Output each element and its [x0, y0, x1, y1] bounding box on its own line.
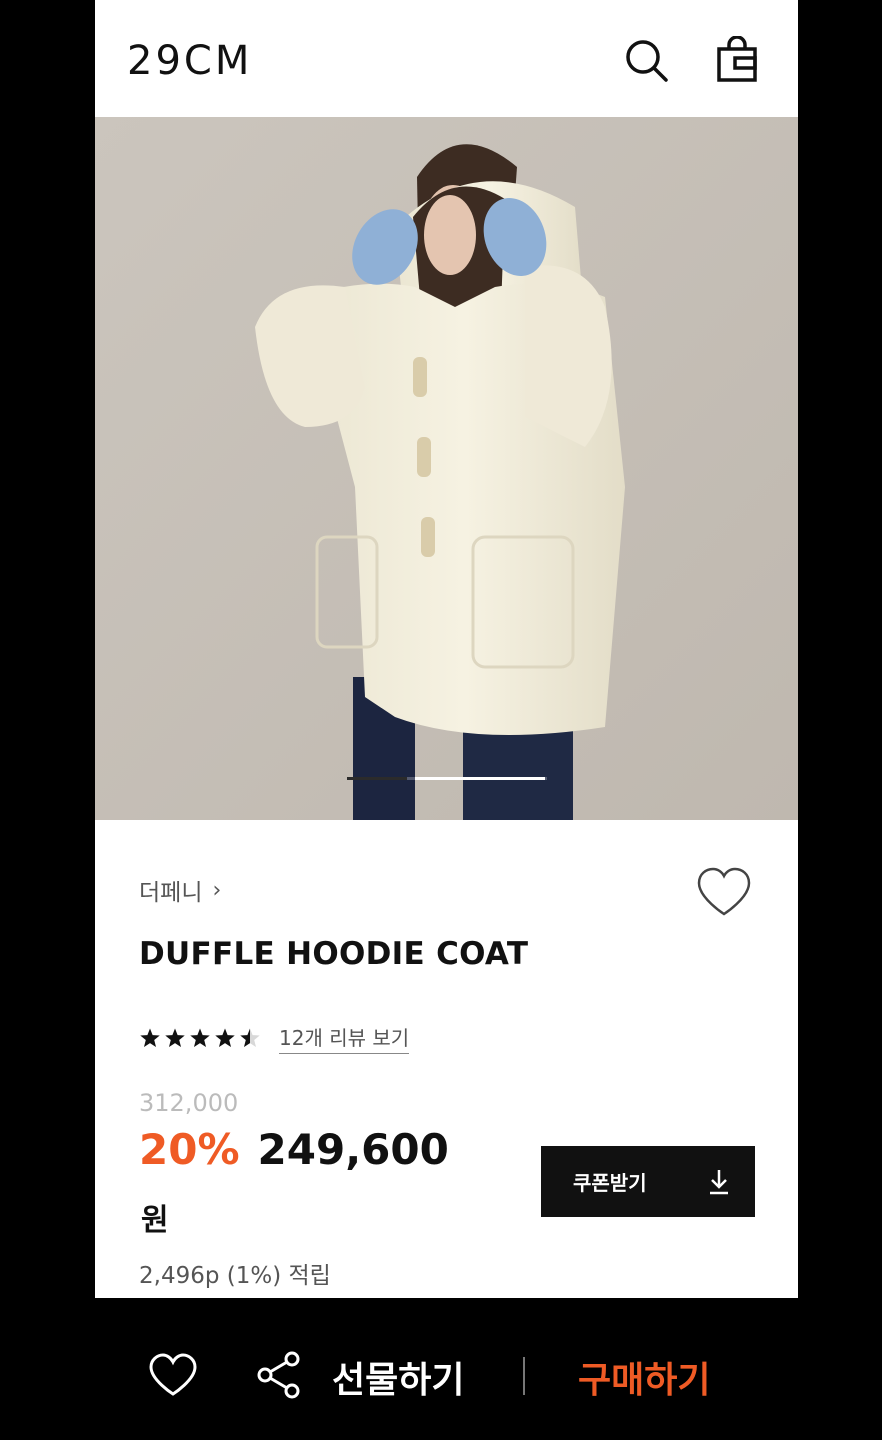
- reward-points: 2,496p (1%) 적립: [139, 1263, 331, 1289]
- original-price: 312,000: [139, 1089, 239, 1117]
- price-row: 20% 249,600: [139, 1125, 449, 1174]
- brand-name: 더페니: [139, 880, 203, 906]
- pager-dot-inactive[interactable]: [347, 777, 407, 780]
- coupon-button-label: 쿠폰받기: [573, 1171, 647, 1195]
- brand-logo[interactable]: 29CM: [127, 38, 252, 84]
- buy-button[interactable]: 구매하기: [578, 1351, 710, 1403]
- review-link[interactable]: 12개 리뷰 보기: [279, 1022, 410, 1054]
- shopping-bag-icon[interactable]: [713, 35, 761, 84]
- sale-price: 249,600: [257, 1125, 449, 1174]
- product-image[interactable]: [95, 117, 798, 820]
- wishlist-heart-icon[interactable]: [695, 866, 753, 918]
- coupon-button[interactable]: 쿠폰받기: [541, 1146, 755, 1217]
- rating-row: 12개 리뷰 보기: [139, 1022, 410, 1054]
- star-full-icon: [215, 1028, 235, 1047]
- star-full-icon: [190, 1028, 210, 1047]
- pager-dot-active[interactable]: [415, 777, 545, 780]
- star-half-icon: [240, 1028, 260, 1047]
- gift-button[interactable]: 선물하기: [332, 1351, 464, 1403]
- like-heart-icon[interactable]: [148, 1353, 198, 1397]
- star-rating: [139, 1027, 261, 1049]
- chevron-right-icon: ›: [212, 877, 222, 903]
- search-icon[interactable]: [622, 36, 670, 84]
- product-screen: 29CM 더페니 › DUFFLE HOODIE COAT 12개 리뷰 보기 …: [95, 0, 798, 1298]
- star-full-icon: [140, 1028, 160, 1047]
- star-full-icon: [165, 1028, 185, 1047]
- currency-label: 원: [141, 1203, 169, 1238]
- bar-divider: [523, 1357, 525, 1395]
- discount-rate: 20%: [139, 1125, 240, 1174]
- top-header: 29CM: [95, 0, 798, 117]
- share-icon[interactable]: [256, 1350, 302, 1400]
- product-title: DUFFLE HOODIE COAT: [139, 936, 529, 972]
- download-icon: [710, 1169, 728, 1194]
- brand-link[interactable]: 더페니 ›: [139, 873, 221, 907]
